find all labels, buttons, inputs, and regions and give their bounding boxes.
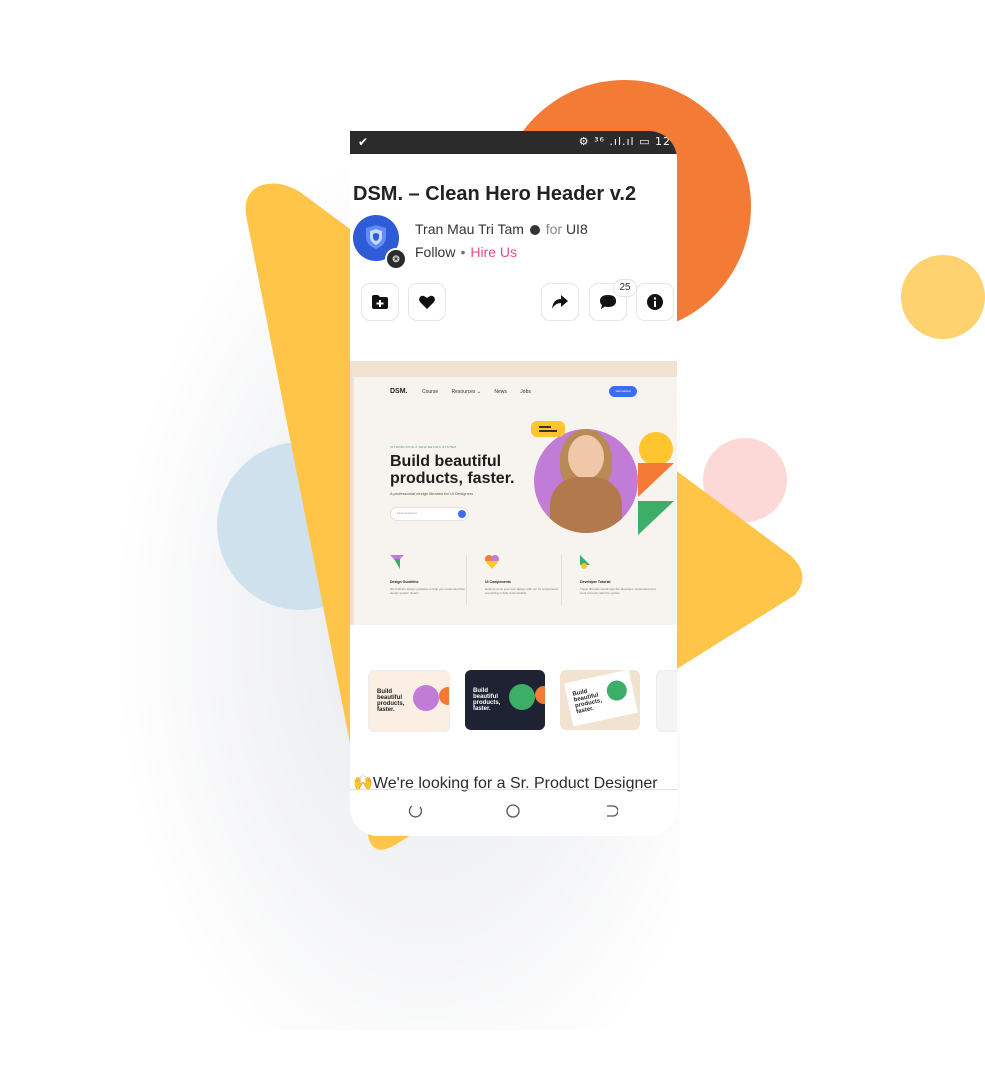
geometric-shapes-decoration [638,463,674,535]
shield-logo-icon [366,225,386,249]
design-guideline-icon [390,555,404,569]
heart-icon [419,295,435,309]
feature-column: Developer Tutorial These libraries would… [580,555,658,595]
preview-search-icon [458,510,466,518]
developer-tutorial-icon [580,555,590,569]
separator-dot: • [460,244,466,260]
author-name-link[interactable]: Tran Mau Tri Tam [415,221,524,237]
hero-photo [534,429,638,533]
comment-count-badge: 25 [613,279,637,297]
preview-search-placeholder: Find resources [397,511,417,515]
preview-cta-button: Get started [609,386,637,397]
shield-check-icon: ✔ [358,135,369,149]
nav-divider [350,789,677,790]
thumbnail-tilted[interactable]: Build beautiful products, faster. [560,670,640,730]
speech-bubble-icon [531,421,565,437]
preview-kicker: INTRODUCING A NEW DESIGN SYSTEM [390,445,457,449]
chat-bubble-icon [600,294,616,309]
shot-preview-image[interactable]: DSM. Course Resources ⌄ News Jobs Get st… [350,361,677,625]
team-name-link[interactable]: UI8 [566,221,588,237]
preview-nav: Course Resources ⌄ News Jobs [422,389,543,395]
pro-badge-icon [529,225,540,236]
yellow-dot-decoration [639,432,673,466]
folder-plus-icon [372,295,388,309]
author-line: Tran Mau Tri Tam for UI8 [415,221,588,237]
info-icon [647,294,663,310]
back-icon[interactable] [408,804,423,823]
feature-column: Design Guideline We built the design gui… [390,555,468,595]
follow-line: Follow • Hire Us [415,244,517,260]
preview-nav-item: Course [422,389,439,395]
status-bar: ✔ ⚙ ³⁶ .ıl.ıl ▭ 12 [350,131,677,154]
for-label: for [545,221,563,237]
preview-nav-item: Jobs [520,389,531,395]
ui-components-icon [485,555,499,569]
preview-landing-page: DSM. Course Resources ⌄ News Jobs Get st… [354,377,677,625]
recents-icon[interactable] [604,804,619,823]
thumbnail-partial[interactable] [656,670,677,732]
details-button[interactable] [636,283,674,321]
hire-us-link[interactable]: Hire Us [470,244,517,260]
share-arrow-icon [552,295,568,309]
follow-button[interactable]: Follow [415,244,455,260]
preview-nav-item: Resources ⌄ [451,389,481,395]
team-badge-icon: ❂ [385,248,407,270]
thumbnail-dark[interactable]: Build beautiful products, faster. [465,670,545,730]
phone-screen: ✔ ⚙ ³⁶ .ıl.ıl ▭ 12 DSM. – Clean Hero Hea… [350,131,677,836]
thumbnail-light[interactable]: Build beautiful products, faster. [368,670,450,732]
preview-search: Find resources [390,507,469,521]
shot-title: DSM. – Clean Hero Header v.2 [353,183,637,205]
like-button[interactable] [408,283,446,321]
feature-column: UI Components Grab and mix your own desi… [485,555,563,595]
share-button[interactable] [541,283,579,321]
signal-battery-indicator: ⚙ ³⁶ .ıl.ıl ▭ 12 [578,135,671,148]
preview-nav-item: News [494,389,507,395]
preview-logo: DSM. [390,388,408,395]
save-to-collection-button[interactable] [361,283,399,321]
preview-subline: A professional design libraries for UI D… [390,491,474,496]
job-banner-link[interactable]: 🙌We're looking for a Sr. Product Designe… [353,773,658,793]
home-icon[interactable] [506,804,520,823]
author-avatar[interactable]: ❂ [353,215,407,270]
preview-headline: Build beautiful products, faster. [390,453,515,487]
